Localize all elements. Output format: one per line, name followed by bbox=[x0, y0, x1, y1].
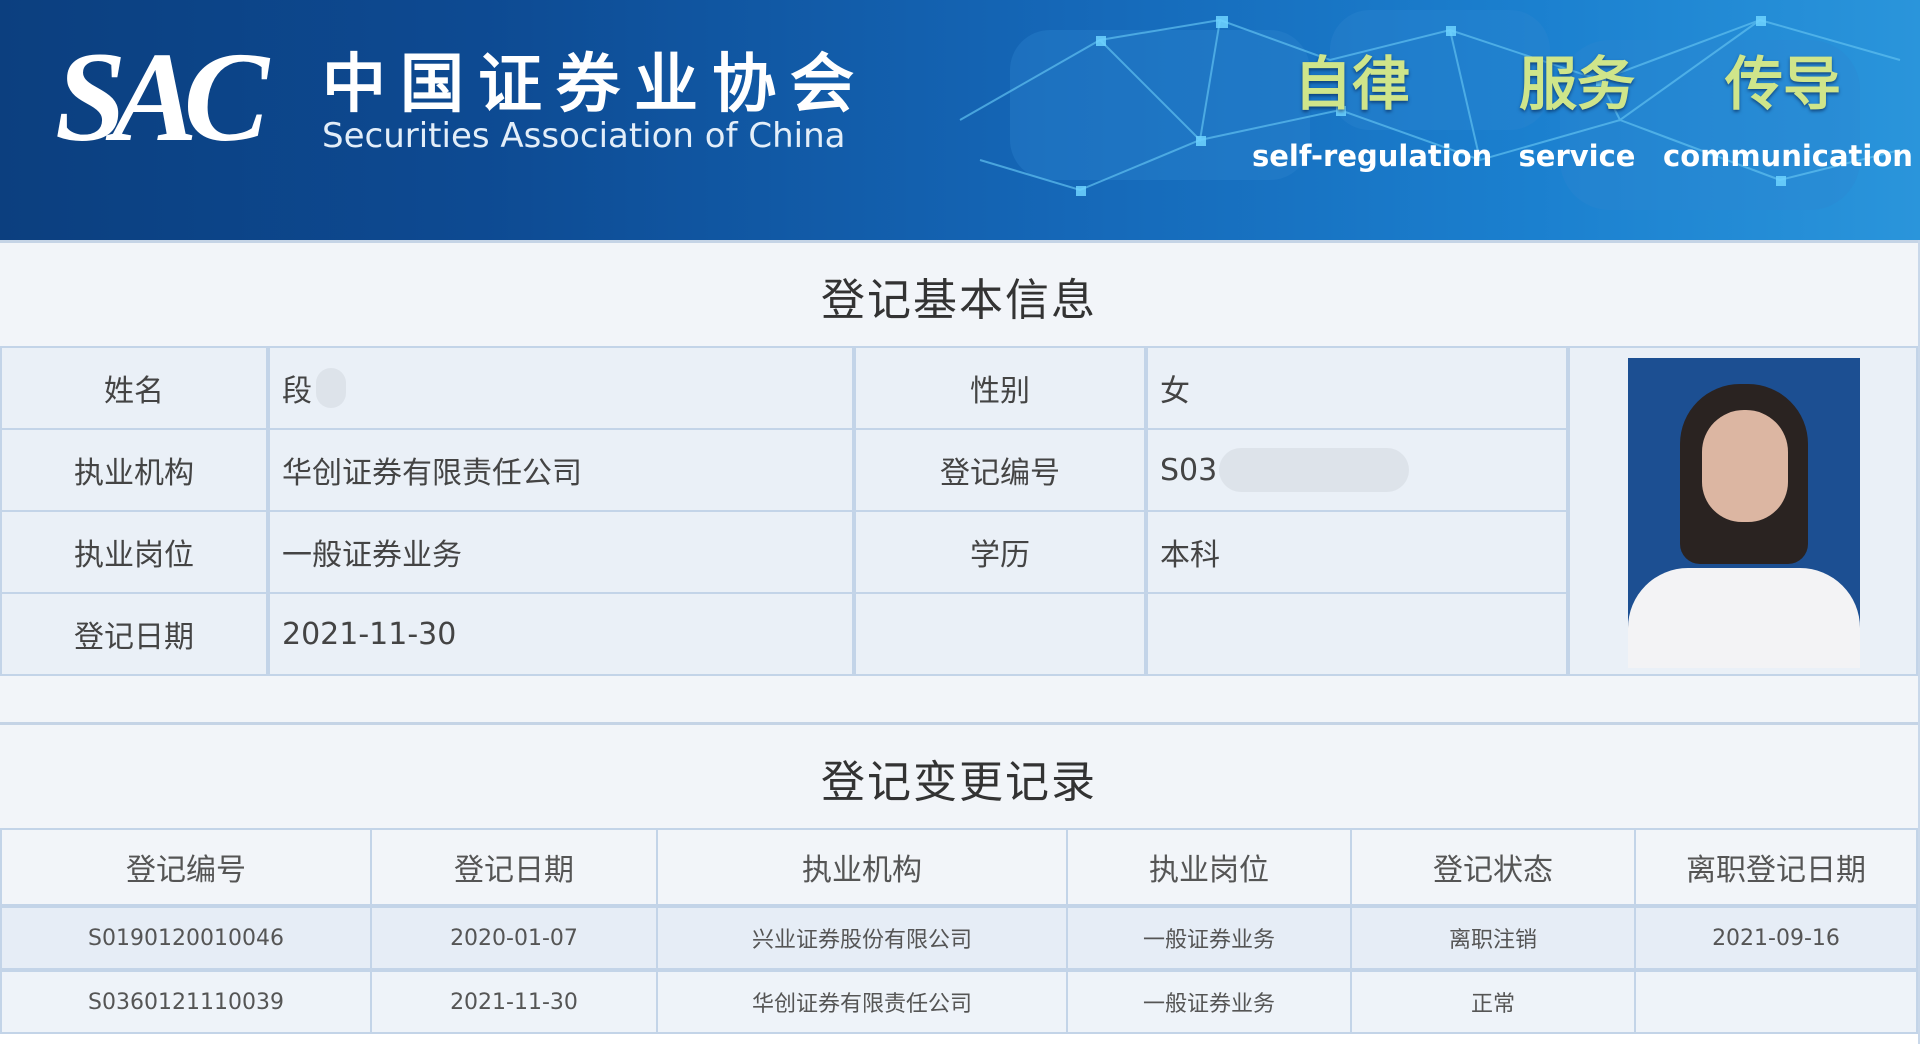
content-area: 登记基本信息 姓名 段 性别 女 执业机构 华创证券有限责任公司 登记编号 S0… bbox=[0, 240, 1920, 1044]
header-banner: SAC 中国证券业协会 Securities Association of Ch… bbox=[0, 0, 1920, 240]
slogan-en: service bbox=[1518, 139, 1636, 173]
column-header: 登记编号 bbox=[0, 828, 372, 906]
record-cell: S0190120010046 bbox=[0, 906, 372, 970]
redaction-mask bbox=[1219, 448, 1410, 492]
record-cell: 2021-11-30 bbox=[370, 970, 658, 1034]
slogan-service: 服务 service bbox=[1497, 48, 1657, 176]
slogan-self-regulation: 自律 self-regulation bbox=[1252, 48, 1493, 176]
value-institution: 华创证券有限责任公司 bbox=[268, 428, 854, 512]
photo-face-pixelated bbox=[1702, 410, 1788, 522]
column-header: 执业岗位 bbox=[1066, 828, 1352, 906]
slogan-cn: 传导 bbox=[1724, 50, 1841, 118]
slogan-en: communication bbox=[1663, 139, 1913, 173]
change-records-title: 登记变更记录 bbox=[0, 722, 1918, 831]
slogan-cn: 自律 bbox=[1293, 50, 1410, 118]
record-cell: 离职注销 bbox=[1350, 906, 1636, 970]
label-institution: 执业机构 bbox=[0, 428, 268, 512]
column-header: 登记状态 bbox=[1350, 828, 1636, 906]
record-cell: 2020-01-07 bbox=[370, 906, 658, 970]
value-registration-number: S03 bbox=[1146, 428, 1568, 512]
photo-shirt bbox=[1628, 568, 1860, 668]
label-registration-date: 登记日期 bbox=[0, 592, 268, 676]
slogan-communication: 传导 communication bbox=[1663, 48, 1913, 176]
record-cell: 华创证券有限责任公司 bbox=[656, 970, 1068, 1034]
label-education: 学历 bbox=[854, 510, 1146, 594]
label-gender: 性别 bbox=[854, 346, 1146, 430]
column-header: 离职登记日期 bbox=[1634, 828, 1918, 906]
value-name: 段 bbox=[268, 346, 854, 430]
label-name: 姓名 bbox=[0, 346, 268, 430]
record-cell: 2021-09-16 bbox=[1634, 906, 1918, 970]
value-gender: 女 bbox=[1146, 346, 1568, 430]
slogan-cn: 服务 bbox=[1518, 50, 1635, 118]
id-photo bbox=[1628, 358, 1860, 668]
basic-info-table: 姓名 段 性别 女 执业机构 华创证券有限责任公司 登记编号 S03 执业岗位 … bbox=[0, 346, 1918, 676]
empty-value-cell bbox=[1146, 592, 1568, 676]
org-name-en: Securities Association of China bbox=[322, 116, 846, 156]
empty-label-cell bbox=[854, 592, 1146, 676]
record-cell: 一般证券业务 bbox=[1066, 906, 1352, 970]
section-separator bbox=[0, 676, 1918, 722]
record-cell bbox=[1634, 970, 1918, 1034]
label-registration-number: 登记编号 bbox=[854, 428, 1146, 512]
record-cell: 正常 bbox=[1350, 970, 1636, 1034]
photo-cell bbox=[1568, 346, 1918, 676]
record-cell: 一般证券业务 bbox=[1066, 970, 1352, 1034]
label-position: 执业岗位 bbox=[0, 510, 268, 594]
basic-info-title: 登记基本信息 bbox=[0, 240, 1918, 349]
record-cell: 兴业证券股份有限公司 bbox=[656, 906, 1068, 970]
column-header: 执业机构 bbox=[656, 828, 1068, 906]
sac-logo: SAC bbox=[55, 26, 269, 168]
value-position: 一般证券业务 bbox=[268, 510, 854, 594]
value-education: 本科 bbox=[1146, 510, 1568, 594]
value-registration-date: 2021-11-30 bbox=[268, 592, 854, 676]
page: SAC 中国证券业协会 Securities Association of Ch… bbox=[0, 0, 1920, 1044]
redaction-mask bbox=[316, 368, 346, 408]
registration-number-text: S03 bbox=[1160, 452, 1218, 488]
slogan-en: self-regulation bbox=[1252, 139, 1493, 173]
name-text: 段 bbox=[282, 374, 312, 409]
column-header: 登记日期 bbox=[370, 828, 658, 906]
record-cell: S0360121110039 bbox=[0, 970, 372, 1034]
